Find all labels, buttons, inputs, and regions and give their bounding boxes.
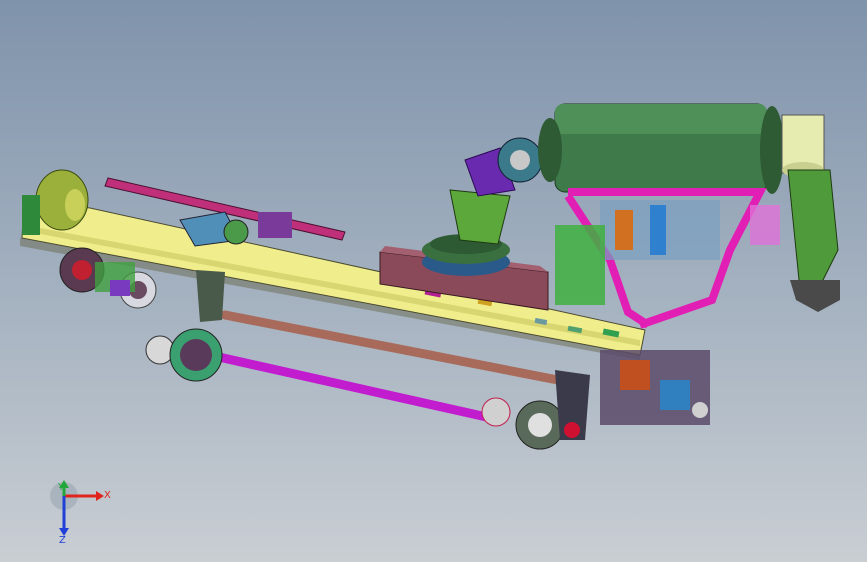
- drive-unit-block: [650, 205, 666, 255]
- cluster-block: [620, 360, 650, 390]
- left-sprocket[interactable]: [145, 335, 175, 365]
- robot-joint-cap: [510, 150, 530, 170]
- left-wheel-hub: [180, 339, 212, 371]
- cluster-block: [660, 380, 690, 410]
- robot-column[interactable]: [449, 189, 511, 245]
- cluster-knob: [692, 402, 708, 418]
- left-gear-hub: [72, 260, 92, 280]
- motor-end-cap: [760, 106, 784, 194]
- left-mount-detail: [110, 280, 130, 296]
- side-mount: [750, 205, 780, 245]
- y-axis-label: Y: [57, 482, 65, 493]
- motor-housing-top: [555, 104, 767, 134]
- x-axis-arrow: [96, 491, 104, 501]
- right-red-cap: [564, 422, 580, 438]
- left-end-plate: [22, 195, 40, 235]
- left-end-drum-face: [65, 189, 85, 221]
- left-hanger: [196, 270, 225, 322]
- right-sprocket[interactable]: [481, 397, 511, 427]
- green-mount-block: [555, 225, 605, 305]
- right-wheel-hub: [528, 413, 552, 437]
- assembly-model[interactable]: [0, 0, 867, 562]
- z-axis-label: Z: [59, 535, 66, 546]
- frame-roller[interactable]: [223, 219, 249, 245]
- right-arm[interactable]: [787, 169, 839, 291]
- coordinate-triad: X Y Z: [50, 480, 111, 546]
- motor-end-cap: [538, 118, 562, 182]
- right-gripper[interactable]: [790, 280, 840, 312]
- drive-unit-block: [615, 210, 633, 250]
- frame-clamp: [258, 212, 292, 238]
- cad-viewport[interactable]: X Y Z: [0, 0, 867, 562]
- x-axis-label: X: [104, 490, 111, 501]
